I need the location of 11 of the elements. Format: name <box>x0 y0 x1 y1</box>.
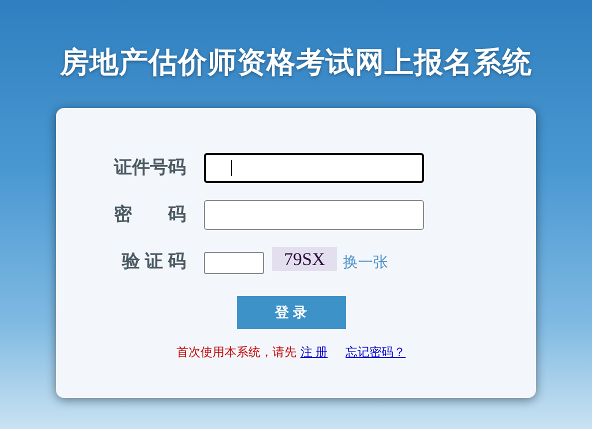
field-label: 证件号码 <box>112 156 187 179</box>
id-number-field[interactable] <box>204 152 424 182</box>
field-label: 验 证 码 <box>120 250 187 273</box>
captcha-image: 79SX <box>272 247 338 271</box>
forgot-password-link[interactable]: 忘记密码？ <box>346 342 406 360</box>
first-use-note: 首次使用本系统，请先 <box>176 344 296 360</box>
field-label: 密 码 <box>113 203 187 226</box>
captcha-field[interactable] <box>204 252 264 274</box>
register-link[interactable]: 注 册 <box>300 342 328 360</box>
page-title: 房地产估价师资格考试网上报名系统 <box>60 46 532 81</box>
password-field[interactable] <box>204 200 424 230</box>
